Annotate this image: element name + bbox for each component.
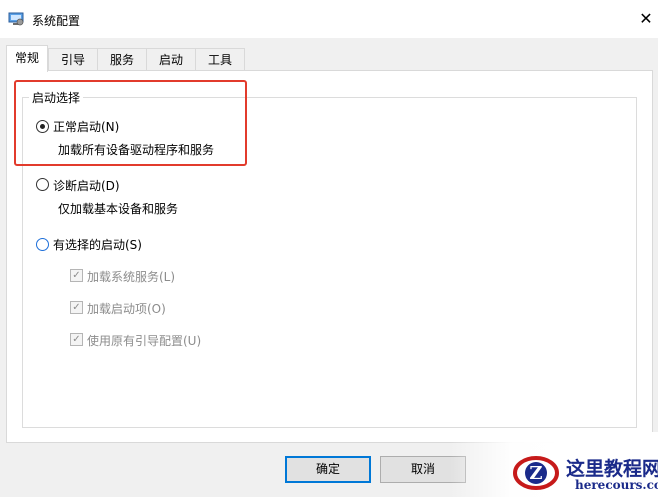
tab-boot[interactable]: 引导: [48, 48, 98, 70]
load-system-services-label: 加载系统服务(L): [87, 270, 176, 284]
window-title: 系统配置: [32, 14, 81, 28]
normal-startup-label[interactable]: 正常启动(N): [53, 118, 119, 135]
group-title: 启动选择: [29, 89, 84, 106]
tab-label: 启动: [158, 53, 183, 67]
ok-button[interactable]: 确定: [285, 456, 371, 483]
tab-tools[interactable]: 工具: [195, 48, 245, 70]
tab-label: 引导: [60, 53, 85, 67]
tab-label: 常规: [14, 51, 39, 65]
tab-label: 服务: [109, 53, 134, 67]
close-icon[interactable]: ✕: [634, 8, 658, 30]
tab-label: 工具: [207, 53, 232, 67]
watermark-url: herecours.com: [575, 478, 658, 492]
selective-startup-label[interactable]: 有选择的启动(S): [53, 236, 142, 253]
normal-startup-radio[interactable]: [36, 120, 49, 133]
diagnostic-startup-radio[interactable]: [36, 178, 49, 191]
system-config-app-icon: [8, 12, 24, 26]
tab-services[interactable]: 服务: [97, 48, 147, 70]
use-original-boot-config-label: 使用原有引导配置(U): [87, 334, 202, 348]
svg-text:Z: Z: [529, 463, 542, 484]
use-original-boot-config-checkbox[interactable]: ✓: [70, 333, 83, 346]
load-startup-items-checkbox[interactable]: ✓: [70, 301, 83, 314]
tab-general[interactable]: 常规: [6, 45, 48, 72]
watermark-text: 这里教程网: [566, 458, 658, 480]
ok-button-label: 确定: [315, 462, 340, 476]
selective-startup-radio[interactable]: [36, 238, 49, 251]
load-system-services-checkbox[interactable]: ✓: [70, 269, 83, 282]
watermark-logo-icon: Z: [513, 456, 559, 490]
load-startup-items-label: 加载启动项(O): [87, 302, 166, 316]
title-bar: 系统配置 ✕: [0, 0, 658, 38]
diagnostic-startup-label[interactable]: 诊断启动(D): [53, 177, 120, 194]
tab-startup[interactable]: 启动: [146, 48, 196, 70]
normal-startup-description: 加载所有设备驱动程序和服务: [58, 143, 215, 157]
diagnostic-startup-description: 仅加载基本设备和服务: [58, 202, 179, 216]
cancel-button-label: 取消: [410, 462, 435, 476]
